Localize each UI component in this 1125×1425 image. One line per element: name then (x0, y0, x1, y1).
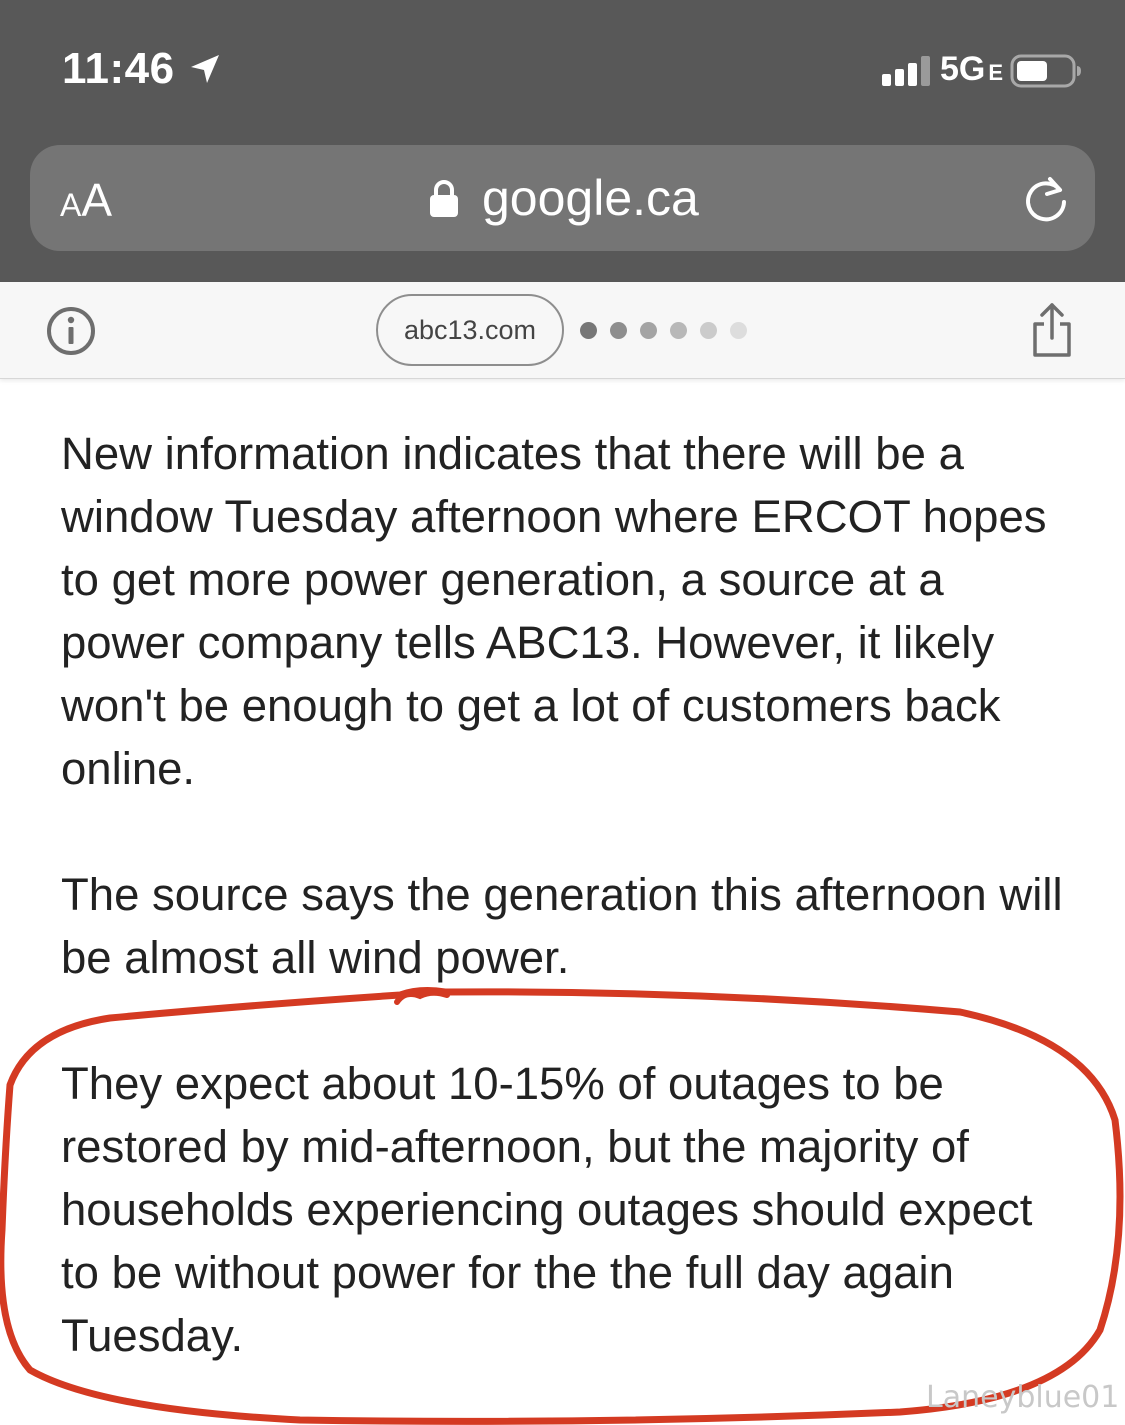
url-domain[interactable]: google.ca (482, 169, 699, 227)
page-dot (640, 322, 657, 339)
text-size-button[interactable]: AA (60, 173, 113, 226)
source-pill[interactable]: abc13.com (376, 294, 564, 366)
article-paragraph: The source says the generation this afte… (61, 869, 1063, 983)
info-icon[interactable] (46, 306, 96, 356)
network-suffix: E (988, 60, 1004, 85)
share-icon[interactable] (1030, 302, 1074, 358)
page-dot (580, 322, 597, 339)
text-size-large-a: A (81, 174, 113, 226)
address-bar[interactable]: AA google.ca (30, 145, 1095, 251)
status-time: 11:46 (62, 44, 175, 93)
page-dots (580, 322, 760, 340)
article-paragraph: New information indicates that there wil… (61, 428, 1047, 794)
reload-icon[interactable] (1020, 173, 1072, 225)
amp-header-bar: abc13.com (0, 282, 1125, 379)
page-dot (610, 322, 627, 339)
page-dot (730, 322, 747, 339)
article-paragraph-highlighted: They expect about 10-15% of outages to b… (61, 1058, 1033, 1361)
battery-icon (1010, 54, 1081, 88)
page-dot (670, 322, 687, 339)
status-bar: 11:46 5G E (0, 0, 1125, 130)
watermark: Laneyblue01 (926, 1380, 1120, 1415)
page-dot (700, 322, 717, 339)
network-indicator: 5G E (940, 50, 1003, 89)
browser-screenshot: 11:46 5G E AA google.ca abc13.com New in… (0, 0, 1125, 1425)
cellular-signal-icon (882, 56, 930, 86)
text-size-small-a: A (60, 187, 82, 223)
lock-icon (430, 180, 458, 217)
network-type: 5G (940, 50, 986, 88)
location-arrow-icon (191, 55, 219, 83)
browser-chrome: 11:46 5G E AA google.ca (0, 0, 1125, 282)
